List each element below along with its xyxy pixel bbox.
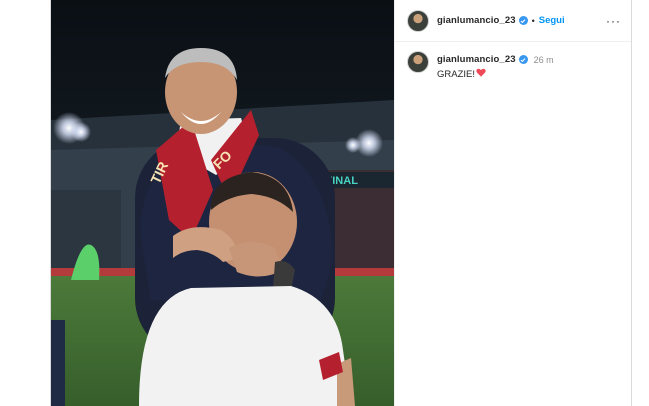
more-options-button[interactable]: ··· — [606, 15, 621, 27]
caption-body: gianlumancio_23 26 m GRAZIE! — [437, 51, 554, 80]
post-sidebar: gianlumancio_23 • Segui ··· gianlumancio… — [394, 0, 631, 406]
caption-verified-badge-icon — [518, 55, 528, 64]
caption-username-link[interactable]: gianlumancio_23 — [437, 54, 516, 65]
caption-text-row: GRAZIE! — [437, 68, 554, 80]
post-header: gianlumancio_23 • Segui ··· — [395, 0, 631, 42]
post-photo[interactable]: NA FINAL TIR FO — [51, 0, 394, 406]
caption-avatar[interactable] — [407, 51, 429, 73]
username-link[interactable]: gianlumancio_23 — [437, 15, 516, 26]
photo-illustration: NA FINAL TIR FO — [51, 0, 394, 406]
verified-badge-icon — [518, 16, 528, 25]
avatar[interactable] — [407, 9, 429, 32]
caption-timestamp[interactable]: 26 m — [534, 55, 554, 65]
caption-text: GRAZIE! — [437, 68, 476, 80]
instagram-post: NA FINAL TIR FO gi — [50, 0, 632, 406]
caption-comment: gianlumancio_23 26 m GRAZIE! — [395, 42, 631, 80]
heart-icon — [476, 68, 486, 80]
follow-button[interactable]: Segui — [539, 15, 565, 26]
separator-dot: • — [531, 15, 535, 26]
caption-meta: gianlumancio_23 26 m — [437, 54, 554, 65]
